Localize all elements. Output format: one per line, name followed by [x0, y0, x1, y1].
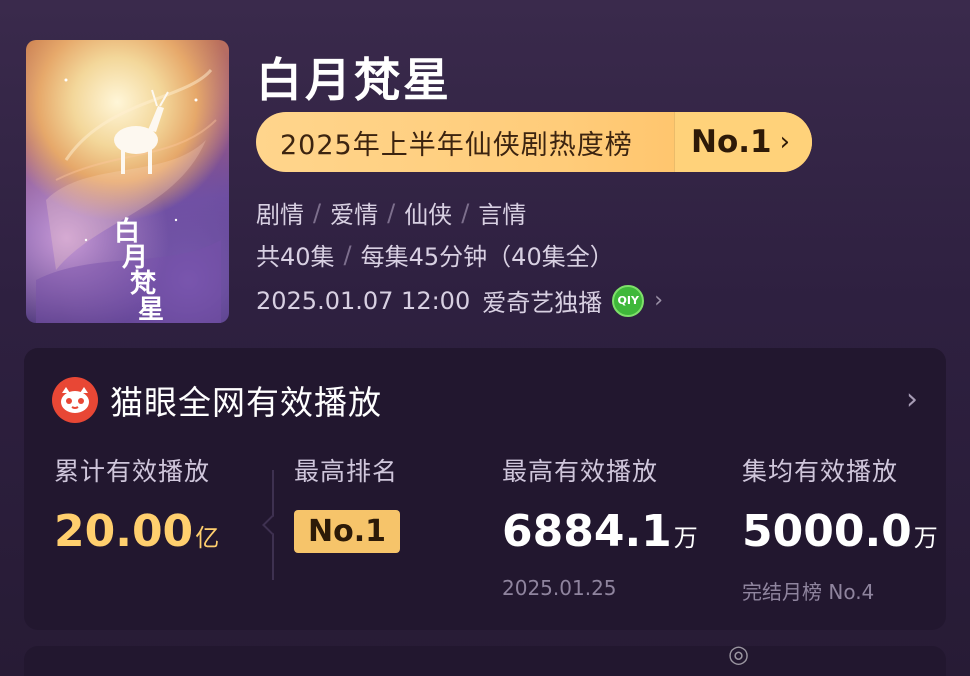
- stat-value: 6884.1万: [502, 510, 698, 554]
- chevron-right-icon: ›: [654, 288, 664, 313]
- maoyan-cat-icon: [52, 377, 98, 423]
- watermark: ◎: [728, 640, 751, 668]
- poster-artwork: 白 月 梵 星: [36, 69, 221, 323]
- stat-number: 20.00: [54, 506, 194, 557]
- genre-tag: 剧情: [256, 201, 304, 229]
- ranking-badge: No.1 ›: [674, 112, 812, 172]
- episode-info: 共40集 / 每集45分钟（40集全）: [256, 237, 614, 272]
- chevron-right-icon: ›: [779, 127, 790, 157]
- release-platform: 爱奇艺独播: [482, 289, 603, 317]
- poster-image[interactable]: 白 月 梵 星: [26, 40, 229, 323]
- genre-tag: 爱情: [330, 201, 379, 229]
- rank-badge: No.1: [294, 510, 400, 553]
- episode-count: 共40集: [256, 243, 335, 271]
- stat-number: 6884.1: [502, 506, 672, 557]
- chevron-right-icon[interactable]: ›: [906, 382, 918, 417]
- ranking-banner[interactable]: 2025年上半年仙侠剧热度榜 No.1 ›: [256, 112, 812, 172]
- separator: /: [461, 198, 470, 227]
- drama-detail-page: 白 月 梵 星 白月梵星 2025年上半年仙侠剧热度榜 No.1 › 剧情 / …: [0, 0, 970, 676]
- stat-number: 5000.0: [742, 506, 912, 557]
- stat-peak-rank: 最高排名 No.1: [294, 452, 400, 553]
- release-info[interactable]: 2025.01.07 12:00 爱奇艺独播 QIY ›: [256, 283, 663, 318]
- episode-duration: 每集45分钟（40集全）: [360, 243, 614, 271]
- iqiyi-icon-text: QIY: [617, 294, 639, 307]
- stat-monthly-rank: 完结月榜 No.4: [742, 580, 875, 604]
- stat-total-plays: 累计有效播放 20.00亿: [54, 452, 219, 554]
- stat-unit: 万: [673, 524, 698, 552]
- stat-label: 最高有效播放: [502, 457, 659, 486]
- card-title: 猫眼全网有效播放: [110, 383, 382, 422]
- separator: /: [343, 240, 352, 269]
- svg-text:星: 星: [138, 295, 164, 323]
- ranking-badge-text: No.1: [691, 124, 772, 160]
- stat-value: 5000.0万: [742, 510, 938, 554]
- stat-avg-plays: 集均有效播放 5000.0万 完结月榜 No.4: [742, 452, 938, 605]
- genre-tags: 剧情 / 爱情 / 仙侠 / 言情: [256, 195, 526, 230]
- separator: /: [387, 198, 396, 227]
- divider-notch: [262, 515, 282, 535]
- maoyan-stats-card[interactable]: 猫眼全网有效播放 › 累计有效播放 20.00亿 最高排名 No.1 最高有效播…: [24, 348, 946, 630]
- show-title: 白月梵星: [256, 53, 452, 107]
- next-card: [24, 646, 946, 676]
- iqiyi-icon: QIY: [612, 284, 645, 317]
- stat-peak-plays: 最高有效播放 6884.1万 2025.01.25: [502, 452, 698, 600]
- stat-date: 2025.01.25: [502, 576, 617, 600]
- stat-value: 20.00亿: [54, 510, 219, 554]
- genre-tag: 仙侠: [404, 201, 453, 229]
- stat-label: 集均有效播放: [742, 457, 899, 486]
- genre-tag: 言情: [478, 201, 527, 229]
- stat-label: 最高排名: [294, 457, 399, 486]
- release-datetime: 2025.01.07 12:00: [256, 286, 471, 315]
- stat-label: 累计有效播放: [54, 457, 211, 486]
- ranking-banner-text: 2025年上半年仙侠剧热度榜: [280, 129, 633, 161]
- card-header: 猫眼全网有效播放: [52, 376, 382, 424]
- stat-unit: 万: [913, 524, 938, 552]
- separator: /: [313, 198, 322, 227]
- stat-unit: 亿: [195, 524, 220, 552]
